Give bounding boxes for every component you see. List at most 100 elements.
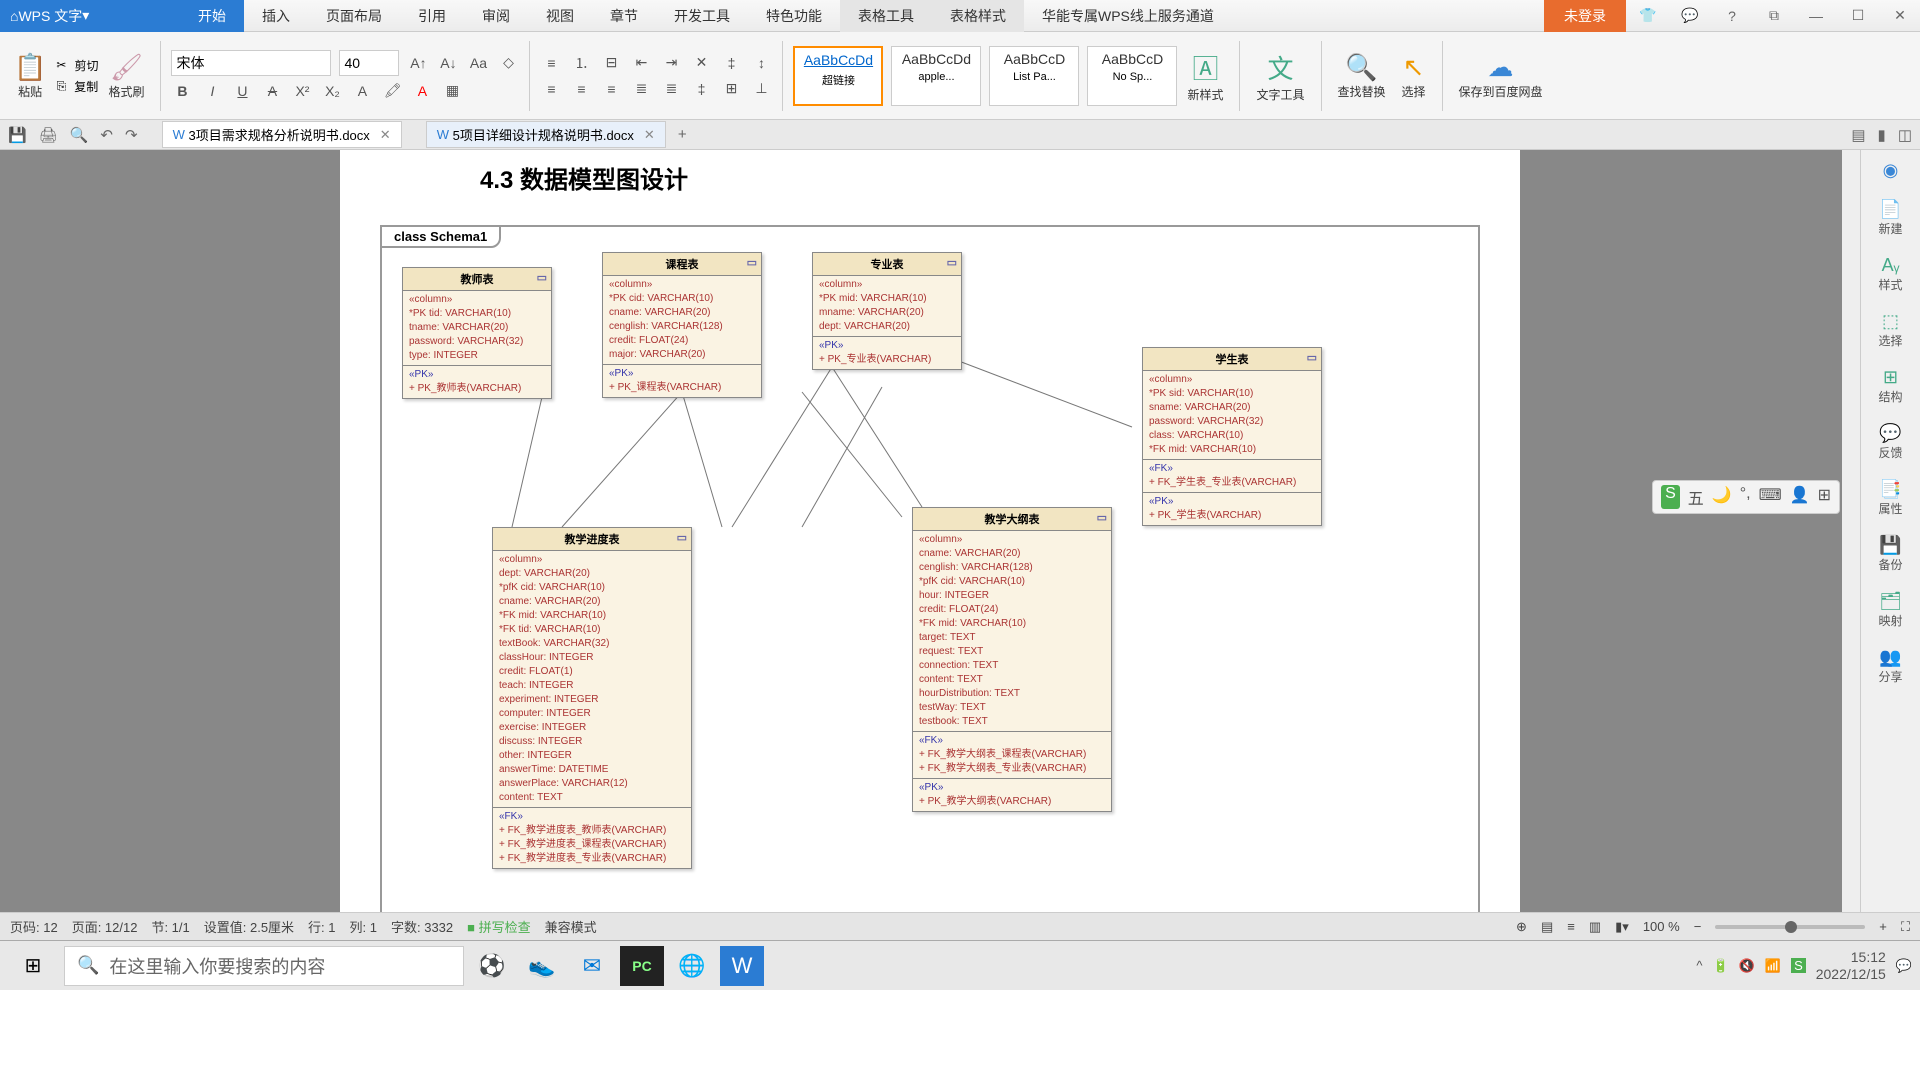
pycharm-icon[interactable]: PC <box>620 946 664 986</box>
shading-button[interactable]: ▦ <box>441 80 463 102</box>
split-icon[interactable]: ◫ <box>1898 126 1912 144</box>
view-menu-icon[interactable]: ▮▾ <box>1615 919 1629 935</box>
sb-select[interactable]: ⬚选择 <box>1878 311 1902 349</box>
keyboard-icon[interactable]: ⌨ <box>1759 485 1782 509</box>
strike-button[interactable]: A <box>261 80 283 102</box>
menu-layout[interactable]: 页面布局 <box>308 0 400 32</box>
wechat-icon[interactable]: 💬 <box>1670 4 1710 28</box>
font-name-select[interactable] <box>171 50 331 76</box>
menu-insert[interactable]: 插入 <box>244 0 308 32</box>
shrink-font-icon[interactable]: A↓ <box>437 52 459 74</box>
save-icon[interactable]: 💾 <box>8 126 27 144</box>
preview-icon[interactable]: 🔍 <box>70 126 89 144</box>
border-button[interactable]: ⊞ <box>720 78 742 100</box>
ime-mode[interactable]: 五 <box>1688 485 1704 509</box>
underline-button[interactable]: U <box>231 80 253 102</box>
style-listpa[interactable]: AaBbCcDList Pa... <box>989 46 1079 106</box>
view-read-icon[interactable]: ▥ <box>1589 919 1601 935</box>
charspace-button[interactable]: ✕ <box>690 52 712 74</box>
select-button[interactable]: ↖选择 <box>1396 50 1432 102</box>
align-justify-button[interactable]: ≣ <box>630 78 652 100</box>
menu-view[interactable]: 视图 <box>528 0 592 32</box>
person-icon[interactable]: 👤 <box>1790 485 1810 509</box>
change-case-icon[interactable]: Aa <box>467 52 489 74</box>
vertical-scrollbar[interactable] <box>1842 150 1860 912</box>
fullscreen-icon[interactable]: ⛶ <box>1901 919 1910 935</box>
redo-icon[interactable]: ↷ <box>125 126 138 144</box>
numbering-button[interactable]: ⒈ <box>570 52 592 74</box>
sb-property[interactable]: 📑属性 <box>1878 479 1902 517</box>
bold-button[interactable]: B <box>171 80 193 102</box>
zoom-slider[interactable] <box>1715 925 1865 929</box>
texttools-button[interactable]: 文文字工具 <box>1250 47 1310 105</box>
menu-start[interactable]: 开始 <box>180 0 244 32</box>
align-right-button[interactable]: ≡ <box>600 78 622 100</box>
grid-icon[interactable]: ⊞ <box>1818 485 1831 509</box>
menu-chapter[interactable]: 章节 <box>592 0 656 32</box>
subscript-button[interactable]: X₂ <box>321 80 343 102</box>
soccer-icon[interactable]: ⚽ <box>470 946 514 986</box>
style-hyperlink[interactable]: AaBbCcDd超链接 <box>793 46 883 106</box>
multilevel-button[interactable]: ⊟ <box>600 52 622 74</box>
ime-tray-icon[interactable]: S <box>1791 958 1806 973</box>
sort-button[interactable]: ↕ <box>750 52 772 74</box>
mail-icon[interactable]: ✉ <box>570 946 614 986</box>
linespace-button[interactable]: ‡ <box>720 52 742 74</box>
view-outline-icon[interactable]: ≡ <box>1567 919 1575 934</box>
italic-button[interactable]: I <box>201 80 223 102</box>
sb-style[interactable]: Aᵧ样式 <box>1878 255 1902 293</box>
grow-font-icon[interactable]: A↑ <box>407 52 429 74</box>
dec-indent-button[interactable]: ⇤ <box>630 52 652 74</box>
newstyle-button[interactable]: 🄰新样式 <box>1181 47 1229 105</box>
locate-icon[interactable]: ◉ <box>1883 160 1899 181</box>
style-nosp[interactable]: AaBbCcDNo Sp... <box>1087 46 1177 106</box>
align-center-button[interactable]: ≡ <box>570 78 592 100</box>
moon-icon[interactable]: 🌙 <box>1712 485 1732 509</box>
font-size-select[interactable] <box>339 50 399 76</box>
style-apple[interactable]: AaBbCcDdapple... <box>891 46 981 106</box>
login-button[interactable]: 未登录 <box>1544 0 1626 32</box>
inc-indent-button[interactable]: ⇥ <box>660 52 682 74</box>
view-icon[interactable]: ▮ <box>1878 126 1886 144</box>
chevron-up-icon[interactable]: ^ <box>1696 958 1702 973</box>
tabstop-button[interactable]: ⊥ <box>750 78 772 100</box>
start-button[interactable]: ⊞ <box>8 946 58 986</box>
battery-icon[interactable]: 🔋 <box>1713 958 1729 974</box>
clear-format-icon[interactable]: ◇ <box>497 52 519 74</box>
help-icon[interactable]: ? <box>1712 4 1752 28</box>
cut-button[interactable]: 剪切 <box>74 57 98 74</box>
superscript-button[interactable]: X² <box>291 80 313 102</box>
comma-icon[interactable]: °, <box>1740 485 1751 509</box>
wps-icon[interactable]: W <box>720 946 764 986</box>
zoom-value[interactable]: 100 % <box>1643 919 1680 934</box>
network-icon[interactable]: 📶 <box>1765 958 1781 974</box>
clock[interactable]: 15:122022/12/15 <box>1816 949 1886 983</box>
undo-icon[interactable]: ↶ <box>100 126 113 144</box>
shoe-icon[interactable]: 👟 <box>520 946 564 986</box>
copy-button[interactable]: 复制 <box>74 78 98 95</box>
tshirt-icon[interactable]: 👕 <box>1628 4 1668 28</box>
doc-tab-0[interactable]: W 3项目需求规格分析说明书.docx✕ <box>162 121 402 148</box>
menu-devtools[interactable]: 开发工具 <box>656 0 748 32</box>
sb-new[interactable]: 📄新建 <box>1878 199 1902 237</box>
menu-tabletools[interactable]: 表格工具 <box>840 0 932 32</box>
menu-reference[interactable]: 引用 <box>400 0 464 32</box>
status-spell[interactable]: ■ 拼写检查 <box>467 917 530 936</box>
add-tab-icon[interactable]: + <box>678 126 687 143</box>
sb-structure[interactable]: ⊞结构 <box>1878 367 1902 405</box>
close-tab-icon[interactable]: ✕ <box>380 127 391 143</box>
highlight-button[interactable]: 🖍 <box>381 80 403 102</box>
menu-special[interactable]: 特色功能 <box>748 0 840 32</box>
formatpainter-button[interactable]: 🖌格式刷 <box>102 50 150 102</box>
restore-icon[interactable]: ⧉ <box>1754 4 1794 28</box>
nav-icon[interactable]: ▤ <box>1851 126 1865 144</box>
sb-backup[interactable]: 💾备份 <box>1878 535 1902 573</box>
sb-mapping[interactable]: 🗂映射 <box>1878 591 1902 629</box>
view-web-icon[interactable]: ⊕ <box>1516 919 1527 935</box>
maximize-button[interactable]: ☐ <box>1838 4 1878 28</box>
volume-icon[interactable]: 🔇 <box>1739 958 1755 974</box>
zoom-out-icon[interactable]: − <box>1694 919 1702 934</box>
notification-icon[interactable]: 💬 <box>1896 958 1912 974</box>
align-left-button[interactable]: ≡ <box>540 78 562 100</box>
texteffect-button[interactable]: A <box>351 80 373 102</box>
